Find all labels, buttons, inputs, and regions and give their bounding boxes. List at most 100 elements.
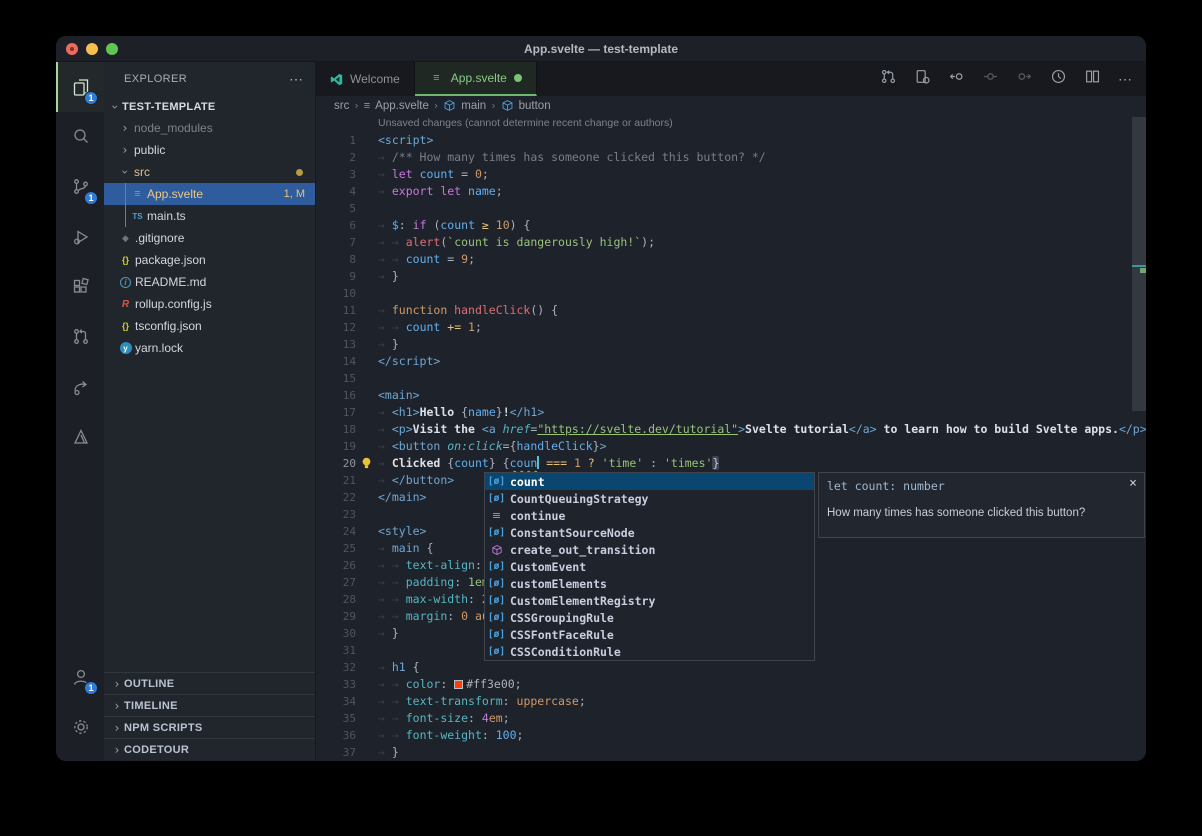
code-editor[interactable]: Unsaved changes (cannot determine recent… bbox=[316, 115, 1146, 760]
next-change-icon[interactable] bbox=[1016, 68, 1033, 90]
code-line-8[interactable]: 8→ → count = 9; bbox=[316, 251, 1146, 268]
previous-change-icon[interactable] bbox=[948, 68, 965, 90]
activity-bar-spacer bbox=[56, 462, 104, 652]
code-line-14[interactable]: 14</script> bbox=[316, 353, 1146, 370]
file-item-app-svelte[interactable]: ≡App.svelte1, M bbox=[104, 183, 315, 205]
suggestion-count[interactable]: [ø]count bbox=[485, 473, 814, 490]
extensions-icon bbox=[70, 276, 92, 298]
sidebar-section-outline[interactable]: ›OUTLINE bbox=[104, 672, 315, 694]
code-line-4[interactable]: 4→ export let name; bbox=[316, 183, 1146, 200]
suggestion-customelements[interactable]: [ø]customElements bbox=[485, 575, 814, 592]
folder-item-public[interactable]: ›public bbox=[104, 139, 315, 161]
change-marker-icon[interactable] bbox=[982, 68, 999, 90]
open-changes-icon[interactable] bbox=[914, 68, 931, 90]
sidebar-section-codetour[interactable]: ›CODETOUR bbox=[104, 738, 315, 760]
tree-indent-guide bbox=[125, 183, 126, 227]
project-root-row[interactable]: › TEST-TEMPLATE bbox=[104, 96, 315, 117]
activity-settings[interactable] bbox=[56, 702, 104, 752]
suggestion-countqueuingstrategy[interactable]: [ø]CountQueuingStrategy bbox=[485, 490, 814, 507]
sidebar-section-npm-scripts[interactable]: ›NPM SCRIPTS bbox=[104, 716, 315, 738]
code-line-34[interactable]: 34→ → text-transform: uppercase; bbox=[316, 693, 1146, 710]
tab-welcome[interactable]: Welcome bbox=[316, 62, 415, 96]
suggestion-customevent[interactable]: [ø]CustomEvent bbox=[485, 558, 814, 575]
line-number: 22 bbox=[316, 489, 356, 506]
suggestion-continue[interactable]: ≡continue bbox=[485, 507, 814, 524]
close-button[interactable] bbox=[66, 43, 78, 55]
activity-live-share[interactable] bbox=[56, 362, 104, 412]
file-item-tsconfig-json[interactable]: {}tsconfig.json bbox=[104, 315, 315, 337]
symbol-cube-icon bbox=[501, 99, 514, 112]
code-line-17[interactable]: 17→ <h1>Hello {name}!</h1> bbox=[316, 404, 1146, 421]
git-status-badge: 1, M bbox=[284, 188, 305, 200]
activity-azure[interactable] bbox=[56, 412, 104, 462]
code-line-20[interactable]: 20→ Clicked {count} {coun === 1 ? 'time'… bbox=[316, 455, 1146, 472]
activity-run-debug[interactable] bbox=[56, 212, 104, 262]
code-line-33[interactable]: 33→ → color: #ff3e00; bbox=[316, 676, 1146, 693]
breadcrumb-file[interactable]: App.svelte bbox=[375, 100, 429, 112]
activity-search[interactable] bbox=[56, 112, 104, 162]
file-history-icon[interactable] bbox=[1050, 68, 1067, 90]
file-item-package-json[interactable]: {}package.json bbox=[104, 249, 315, 271]
tab-app-svelte[interactable]: ≡ App.svelte bbox=[415, 62, 537, 96]
more-actions-icon[interactable]: ⋯ bbox=[1118, 71, 1132, 88]
code-line-15[interactable]: 15 bbox=[316, 370, 1146, 387]
sidebar-title: EXPLORER bbox=[124, 73, 289, 85]
explorer-badge: 1 bbox=[84, 91, 98, 105]
breadcrumb-main[interactable]: main bbox=[461, 100, 486, 112]
file-item-yarn-lock[interactable]: yyarn.lock bbox=[104, 337, 315, 359]
folder-item-src[interactable]: ›src bbox=[104, 161, 315, 183]
code-line-3[interactable]: 3→ let count = 0; bbox=[316, 166, 1146, 183]
lightbulb-icon[interactable] bbox=[360, 456, 373, 470]
code-line-16[interactable]: 16<main> bbox=[316, 387, 1146, 404]
line-number: 24 bbox=[316, 523, 356, 540]
code-line-7[interactable]: 7→ → alert(`count is dangerously high!`)… bbox=[316, 234, 1146, 251]
code-line-2[interactable]: 2→ /** How many times has someone clicke… bbox=[316, 149, 1146, 166]
activity-source-control[interactable]: 1 bbox=[56, 162, 104, 212]
code-line-35[interactable]: 35→ → font-size: 4em; bbox=[316, 710, 1146, 727]
code-line-5[interactable]: 5 bbox=[316, 200, 1146, 217]
activity-github-pull-requests[interactable] bbox=[56, 312, 104, 362]
code-line-9[interactable]: 9→ } bbox=[316, 268, 1146, 285]
activity-explorer[interactable]: 1 bbox=[56, 62, 104, 112]
codelens-annotation[interactable]: Unsaved changes (cannot determine recent… bbox=[316, 115, 1146, 132]
activity-extensions[interactable] bbox=[56, 262, 104, 312]
suggestion-create_out_transition[interactable]: create_out_transition bbox=[485, 541, 814, 558]
code-line-32[interactable]: 32→ h1 { bbox=[316, 659, 1146, 676]
split-editor-icon[interactable] bbox=[1084, 68, 1101, 90]
code-line-6[interactable]: 6→ $: if (count ≥ 10) { bbox=[316, 217, 1146, 234]
editor-scrollbar[interactable] bbox=[1132, 117, 1146, 411]
sidebar-section-timeline[interactable]: ›TIMELINE bbox=[104, 694, 315, 716]
file-item-readme-md[interactable]: iREADME.md bbox=[104, 271, 315, 293]
suggestion-cssconditionrule[interactable]: [ø]CSSConditionRule bbox=[485, 643, 814, 660]
breadcrumb-button[interactable]: button bbox=[519, 100, 551, 112]
rollup-file-icon: R bbox=[118, 297, 133, 312]
explorer-more-actions-icon[interactable]: ⋯ bbox=[289, 71, 303, 88]
code-line-18[interactable]: 18→ <p>Visit the <a href="https://svelte… bbox=[316, 421, 1146, 438]
code-line-11[interactable]: 11→ function handleClick() { bbox=[316, 302, 1146, 319]
modified-dot-icon bbox=[296, 169, 303, 176]
code-line-19[interactable]: 19→ <button on:click={handleClick}> bbox=[316, 438, 1146, 455]
code-line-37[interactable]: 37→ } bbox=[316, 744, 1146, 760]
suggestion-cssfontfacerule[interactable]: [ø]CSSFontFaceRule bbox=[485, 626, 814, 643]
code-line-36[interactable]: 36→ → font-weight: 100; bbox=[316, 727, 1146, 744]
file-item-main-ts[interactable]: TSmain.ts bbox=[104, 205, 315, 227]
suggestion-constantsourcenode[interactable]: [ø]ConstantSourceNode bbox=[485, 524, 814, 541]
suggestion-customelementregistry[interactable]: [ø]CustomElementRegistry bbox=[485, 592, 814, 609]
file-item-rollup-config-js[interactable]: Rrollup.config.js bbox=[104, 293, 315, 315]
breadcrumb-src[interactable]: src bbox=[334, 100, 349, 112]
file-item--gitignore[interactable]: ◆.gitignore bbox=[104, 227, 315, 249]
svelte-file-icon: ≡ bbox=[364, 100, 370, 112]
folder-item-node-modules[interactable]: ›node_modules bbox=[104, 117, 315, 139]
code-line-1[interactable]: 1<script> bbox=[316, 132, 1146, 149]
zoom-button[interactable] bbox=[106, 43, 118, 55]
close-icon[interactable]: × bbox=[1129, 476, 1137, 491]
code-line-12[interactable]: 12→ → count += 1; bbox=[316, 319, 1146, 336]
compare-changes-icon[interactable] bbox=[880, 68, 897, 90]
line-number: 21 bbox=[316, 472, 356, 489]
code-line-10[interactable]: 10 bbox=[316, 285, 1146, 302]
code-line-13[interactable]: 13→ } bbox=[316, 336, 1146, 353]
activity-accounts[interactable]: 1 bbox=[56, 652, 104, 702]
color-swatch[interactable] bbox=[454, 680, 463, 689]
minimize-button[interactable] bbox=[86, 43, 98, 55]
suggestion-cssgroupingrule[interactable]: [ø]CSSGroupingRule bbox=[485, 609, 814, 626]
